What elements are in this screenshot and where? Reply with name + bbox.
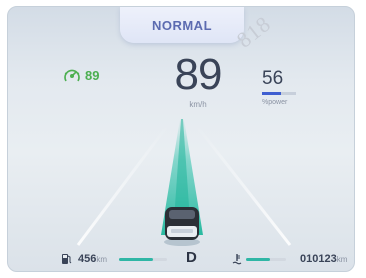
power-bar-fill (262, 92, 282, 95)
right-lane-line (194, 124, 292, 246)
power-value: 56 (262, 68, 284, 89)
power-bar (262, 92, 296, 95)
range-bar-fill (119, 258, 153, 261)
range-bar (119, 258, 167, 261)
bottom-status-bar: 456km D 010123km (8, 247, 354, 271)
power-unit: %power (262, 99, 288, 106)
odometer-value: 010123 (300, 253, 337, 265)
odometer-readout: 010123km (300, 253, 347, 265)
fuel-pump-icon (62, 254, 72, 264)
thermometer-icon (232, 254, 242, 265)
range-unit: km (96, 255, 108, 264)
range-value: 456 (78, 253, 97, 265)
odometer-unit: km (336, 255, 348, 264)
range-readout: 456km (78, 253, 107, 265)
drive-mode-label: NORMAL (151, 17, 213, 33)
drive-mode-tab[interactable]: NORMAL (120, 7, 244, 43)
adaptive-cruise-icon (64, 69, 80, 81)
adaptive-cruise-indicator: 89 (63, 68, 99, 83)
road-lane-graphic (76, 119, 292, 246)
cruise-speed: 89 (85, 68, 100, 83)
gear-indicator: D (186, 249, 197, 266)
instrument-cluster-screen: NORMAL 818 89 89 km/h 56 %power 456km D (7, 6, 355, 272)
temperature-bar (246, 258, 286, 261)
speed-unit: km/h (189, 100, 207, 109)
vehicle-icon (164, 207, 200, 246)
left-lane-line (76, 124, 170, 246)
speed-value: 89 (174, 50, 223, 99)
temperature-bar-fill (246, 258, 270, 261)
